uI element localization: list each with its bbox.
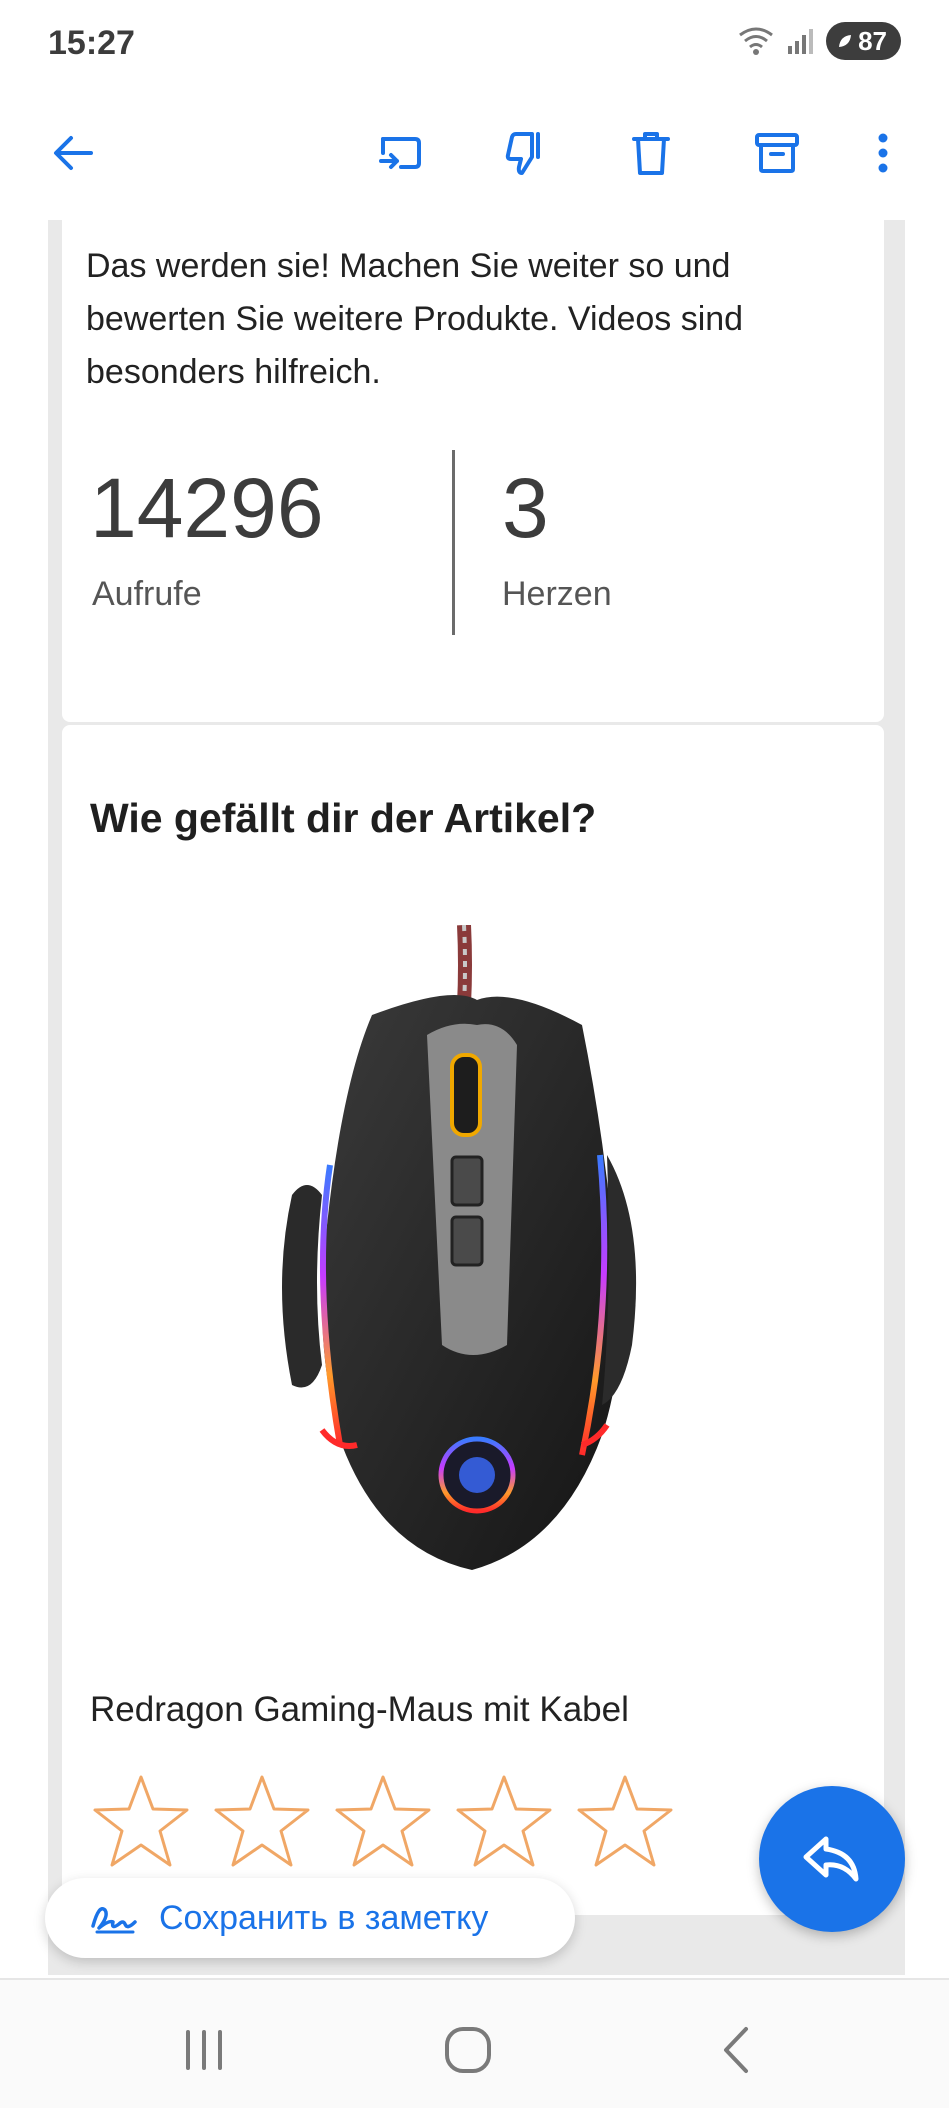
archive-icon[interactable] xyxy=(742,118,812,188)
dislike-icon[interactable] xyxy=(490,118,560,188)
battery-icon: 87 xyxy=(826,22,901,60)
signature-icon xyxy=(91,1907,137,1934)
home-icon[interactable] xyxy=(428,2020,508,2080)
star-icon-4[interactable] xyxy=(453,1773,555,1869)
move-to-icon[interactable] xyxy=(364,118,434,188)
email-content[interactable]: Das werden sie! Machen Sie weiter so und… xyxy=(48,220,905,1975)
star-icon-2[interactable] xyxy=(211,1773,313,1869)
wifi-icon xyxy=(739,27,773,55)
status-bar: 15:27 87 xyxy=(0,0,949,88)
reply-all-fab[interactable] xyxy=(759,1786,905,1932)
trash-icon[interactable] xyxy=(616,118,686,188)
battery-level: 87 xyxy=(858,25,887,56)
rating-title: Wie gefällt dir der Artikel? xyxy=(90,795,597,841)
star-icon-1[interactable] xyxy=(90,1773,192,1869)
rating-card: Wie gefällt dir der Artikel? Redragon Ga… xyxy=(62,725,884,1915)
signal-icon xyxy=(788,29,814,54)
reply-all-icon xyxy=(803,1836,859,1882)
hearts-value: 3 xyxy=(502,461,549,555)
status-time: 15:27 xyxy=(48,24,135,62)
review-message: Das werden sie! Machen Sie weiter so und… xyxy=(86,247,744,391)
star-icon-5[interactable] xyxy=(574,1773,676,1869)
stats-divider xyxy=(452,450,455,635)
save-to-note-label: Сохранить в заметку xyxy=(159,1898,489,1937)
star-icon-3[interactable] xyxy=(332,1773,434,1869)
star-rating xyxy=(90,1773,676,1869)
views-label: Aufrufe xyxy=(92,575,202,613)
back-arrow-icon[interactable] xyxy=(38,118,108,188)
back-icon[interactable] xyxy=(696,2020,776,2080)
hearts-label: Herzen xyxy=(502,575,612,613)
status-icons: 87 xyxy=(736,22,901,60)
stats-row: 14296 Aufrufe 3 Herzen xyxy=(62,450,884,640)
product-image[interactable] xyxy=(252,925,702,1625)
recent-apps-icon[interactable] xyxy=(164,2020,244,2080)
app-bar xyxy=(0,88,949,220)
system-nav-bar xyxy=(0,1978,949,2108)
product-name: Redragon Gaming-Maus mit Kabel xyxy=(90,1690,629,1729)
views-value: 14296 xyxy=(90,461,324,555)
more-vert-icon[interactable] xyxy=(848,118,918,188)
review-stats-card: Das werden sie! Machen Sie weiter so und… xyxy=(62,220,884,722)
save-to-note-button[interactable]: Сохранить в заметку xyxy=(45,1878,575,1958)
